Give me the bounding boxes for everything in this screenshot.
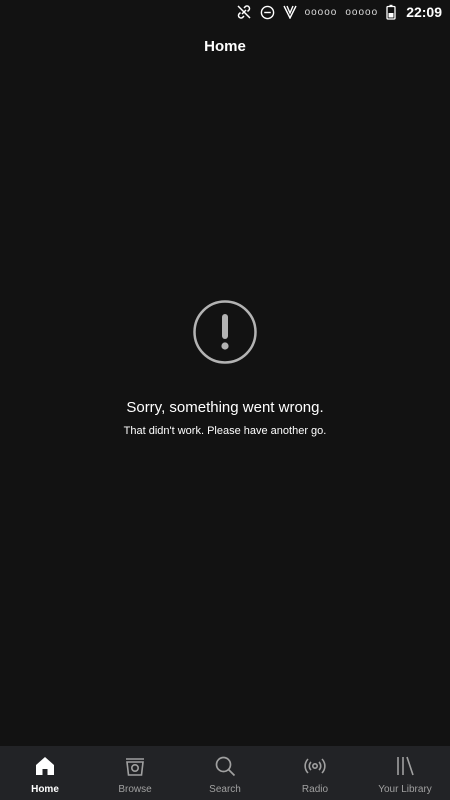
page-title: Home: [204, 38, 246, 55]
tab-search[interactable]: Search: [180, 746, 270, 800]
signal-dots: ooooo: [304, 6, 338, 18]
tab-home[interactable]: Home: [0, 746, 90, 800]
browse-icon: [123, 754, 147, 778]
error-subtitle: That didn't work. Please have another go…: [123, 425, 327, 437]
status-bar: ooooo ooooo 22:09: [0, 0, 450, 24]
home-icon: [33, 754, 57, 778]
tab-browse[interactable]: Browse: [90, 746, 180, 800]
vpn-v-icon: [282, 5, 297, 19]
bottom-tab-bar: Home Browse Search Radio Your Library: [0, 746, 450, 800]
battery-icon: [386, 4, 396, 20]
exclamation-circle-icon: [193, 300, 257, 364]
tab-label-your-library: Your Library: [378, 784, 432, 795]
error-title: Sorry, something went wrong.: [126, 399, 324, 416]
error-panel: Sorry, something went wrong. That didn't…: [0, 300, 450, 437]
tab-label-home: Home: [31, 784, 59, 795]
tab-label-radio: Radio: [301, 784, 329, 795]
clock: 22:09: [406, 4, 442, 20]
tab-label-browse: Browse: [118, 784, 152, 795]
link-off-icon: [236, 4, 252, 20]
library-icon: [393, 754, 417, 778]
tab-your-library[interactable]: Your Library: [360, 746, 450, 800]
radio-icon: [303, 754, 327, 778]
tab-label-search: Search: [209, 784, 241, 795]
signal-dots-2: ooooo: [345, 6, 379, 18]
do-not-disturb-icon: [260, 5, 275, 20]
tab-radio[interactable]: Radio: [270, 746, 360, 800]
search-icon: [213, 754, 237, 778]
